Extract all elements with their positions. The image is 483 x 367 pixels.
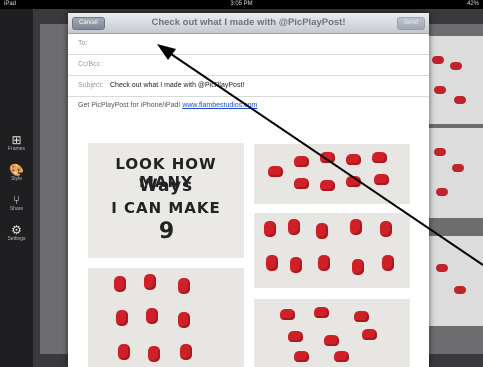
message-body[interactable]: Get PicPlayPost for iPhone/iPad! www.fla…	[78, 102, 257, 109]
style-button[interactable]: 🎨 Style	[0, 164, 33, 182]
collage-text-line: Ways	[138, 176, 194, 196]
mail-compose-sheet: Cancel Check out what I made with @PicPl…	[68, 13, 429, 367]
subject-field[interactable]: Subject: Check out what I made with @Pic…	[68, 76, 429, 97]
ipad-screen: iPad 3:05 PM 42% ⊞ Frames 🎨 Style ⑂ Shar…	[0, 0, 483, 367]
settings-button[interactable]: ⚙ Settings	[0, 224, 33, 242]
frames-icon: ⊞	[11, 133, 22, 147]
body-text: Get PicPlayPost for iPhone/iPad!	[78, 102, 181, 109]
subject-value[interactable]: Check out what I made with @PicPlayPost!	[110, 76, 244, 96]
compose-header: Cancel Check out what I made with @PicPl…	[68, 13, 429, 34]
to-label: To:	[78, 40, 88, 47]
palette-icon: 🎨	[9, 163, 24, 177]
background-photo	[424, 128, 483, 218]
send-button[interactable]: Send	[396, 17, 425, 30]
style-label: Style	[10, 176, 23, 182]
settings-label: Settings	[7, 236, 26, 242]
battery-level: 42%	[466, 1, 479, 7]
subject-label: Subject:	[78, 82, 104, 89]
status-bar: iPad 3:05 PM 42%	[0, 0, 483, 9]
cancel-button[interactable]: Cancel	[72, 17, 105, 30]
collage-photo-text: LOOK HOW MANY Ways I CAN MAKE 9	[88, 143, 244, 258]
app-toolbar: ⊞ Frames 🎨 Style ⑂ Share ⚙ Settings	[0, 9, 33, 367]
clock: 3:05 PM	[230, 1, 253, 7]
frames-button[interactable]: ⊞ Frames	[0, 134, 33, 152]
gear-icon: ⚙	[11, 223, 22, 237]
ccbcc-label: Cc/Bcc:	[78, 61, 103, 68]
website-link[interactable]: www.flambestudios.com	[182, 102, 257, 109]
share-button[interactable]: ⑂ Share	[0, 194, 33, 212]
collage-text-line: I CAN MAKE	[111, 199, 221, 217]
ccbcc-field[interactable]: Cc/Bcc:	[68, 55, 429, 76]
collage-text-line: 9	[158, 219, 176, 244]
background-photo	[424, 236, 483, 326]
share-icon: ⑂	[12, 193, 21, 207]
share-label: Share	[9, 206, 24, 212]
collage-photo-bears	[254, 144, 410, 204]
to-field[interactable]: To:	[68, 34, 429, 55]
collage-photo-bears	[254, 299, 410, 367]
compose-title: Check out what I made with @PicPlayPost!	[151, 17, 346, 28]
collage-photo-bears	[254, 213, 410, 288]
frames-label: Frames	[8, 146, 25, 152]
background-photo	[424, 36, 483, 124]
collage-photo-bears	[88, 268, 244, 367]
